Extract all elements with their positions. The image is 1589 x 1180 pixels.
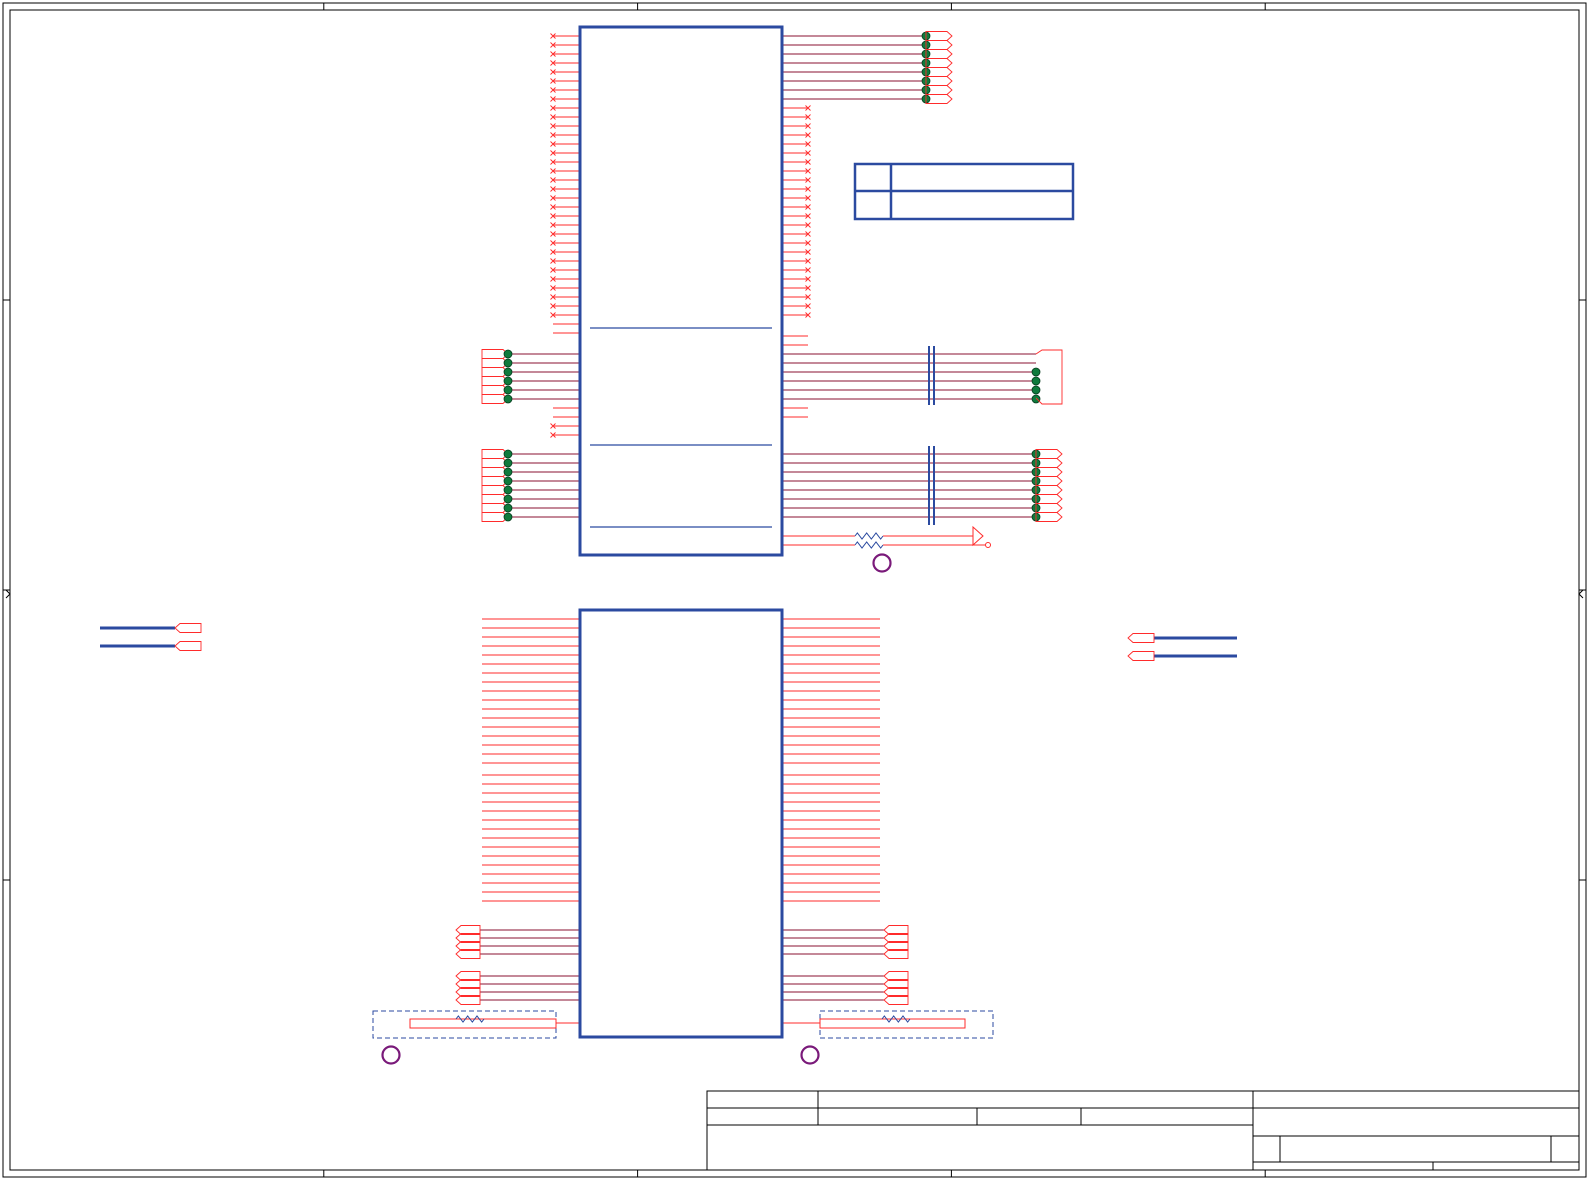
resistor-icon <box>854 532 884 540</box>
junction-icon <box>503 503 513 513</box>
junction-icon <box>503 467 513 477</box>
net-wires <box>100 35 1237 1024</box>
junction-icon <box>503 476 513 486</box>
junction-icon <box>503 485 513 495</box>
inner-frame <box>9 9 1580 1171</box>
port-flag-icon <box>174 623 202 633</box>
port-flag-icon <box>1035 349 1063 405</box>
power-flag-icon <box>972 525 984 547</box>
title-block <box>706 1090 1580 1171</box>
sheet-border <box>2 2 1587 1178</box>
component-outlines <box>578 25 1075 1039</box>
junction-icon <box>1031 394 1041 404</box>
zone-arrow-icon <box>1578 589 1584 599</box>
test-point-icon <box>381 1045 401 1065</box>
resistor-group-box <box>372 1010 557 1039</box>
junction-icon <box>503 385 513 395</box>
resistor-icon <box>854 541 884 549</box>
component-pins <box>553 35 808 436</box>
junction-icon <box>503 367 513 377</box>
test-point-icon <box>800 1045 820 1065</box>
junction-icon <box>503 394 513 404</box>
port-flag-icon <box>174 641 202 651</box>
port-flag-icon <box>1127 651 1155 661</box>
schematic-symbols <box>5 31 1584 1065</box>
schematic-sheet <box>2 2 1587 1178</box>
junction-icon <box>1031 376 1041 386</box>
junction-icon <box>503 449 513 459</box>
junction-icon <box>503 349 513 359</box>
junction-icon <box>503 458 513 468</box>
resistor-group-box <box>819 1010 994 1039</box>
upper-ic-outline <box>578 25 784 557</box>
junction-icon <box>503 494 513 504</box>
resistor-body <box>819 1018 966 1029</box>
zone-arrow-icon <box>5 589 11 599</box>
junction-icon <box>1031 367 1041 377</box>
resistor-icon <box>455 1015 485 1023</box>
junction-icon <box>1031 385 1041 395</box>
resistor-icon <box>881 1015 911 1023</box>
junction-icon <box>503 358 513 368</box>
port-flag-icon <box>1127 633 1155 643</box>
power-flag-icon <box>985 542 991 548</box>
junction-icon <box>503 376 513 386</box>
outer-frame <box>2 2 1587 1178</box>
test-point-icon <box>872 553 892 573</box>
title-block-frame <box>706 1090 1580 1171</box>
junction-icon <box>503 512 513 522</box>
lower-ic-outline <box>578 608 784 1039</box>
